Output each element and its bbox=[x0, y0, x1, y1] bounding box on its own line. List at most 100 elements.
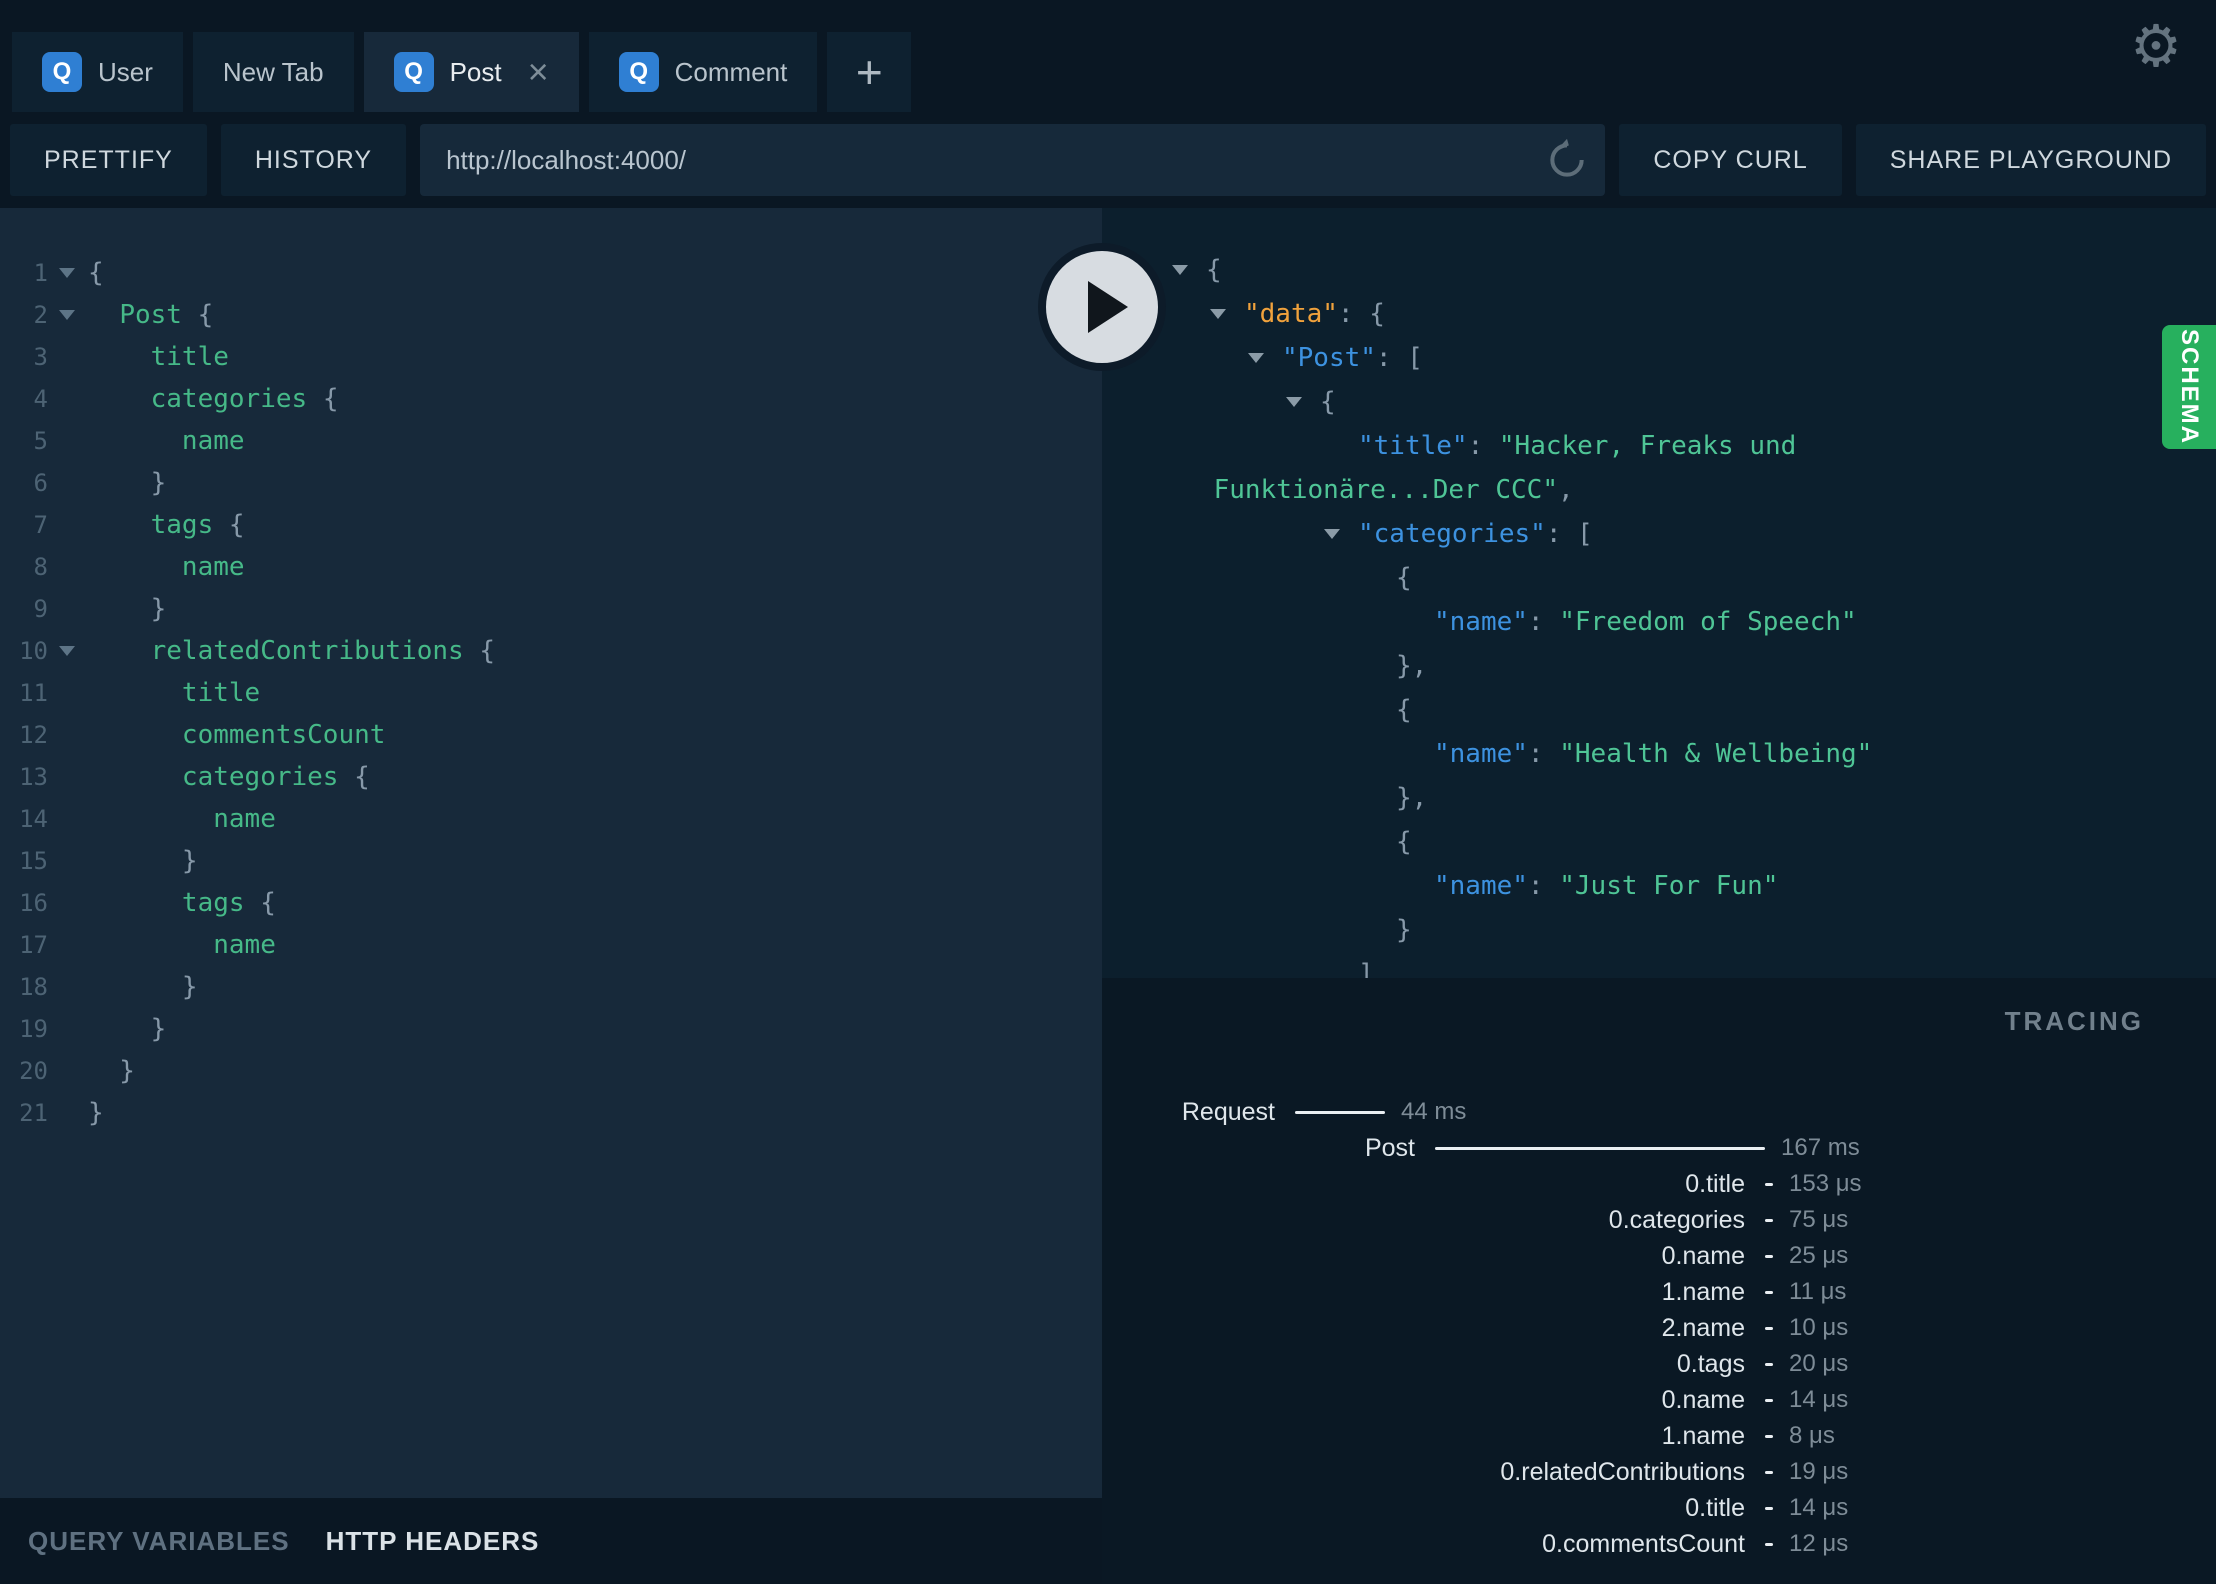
fold-arrow-icon[interactable] bbox=[48, 630, 88, 672]
fold-arrow-icon[interactable] bbox=[48, 294, 88, 336]
execute-button[interactable] bbox=[1038, 243, 1166, 371]
response-line: "name": "Health & Wellbeing" bbox=[1102, 732, 2216, 776]
response-text: { bbox=[1206, 255, 1222, 285]
trace-span-bar bbox=[1765, 1542, 1773, 1546]
response-line: Funktionäre...Der CCC", bbox=[1102, 468, 2216, 512]
response-line: } bbox=[1102, 908, 2216, 952]
editor-line: 7 tags { bbox=[0, 504, 1102, 546]
trace-row: 2.name 10 μs bbox=[1102, 1310, 2216, 1346]
trace-row: 0.categories 75 μs bbox=[1102, 1202, 2216, 1238]
collapse-arrow-icon[interactable] bbox=[1324, 529, 1340, 539]
trace-span-bar bbox=[1765, 1434, 1773, 1438]
editor-line: 13 categories { bbox=[0, 756, 1102, 798]
tab-label: New Tab bbox=[222, 56, 324, 87]
query-variables-tab[interactable]: QUERY VARIABLES bbox=[28, 1526, 290, 1557]
trace-span-label: 0.title bbox=[1685, 1493, 1745, 1522]
trace-row: 0.commentsCount 12 μs bbox=[1102, 1526, 2216, 1562]
trace-span-duration: 44 ms bbox=[1401, 1098, 1467, 1125]
query-badge: Q bbox=[42, 52, 82, 92]
response-line: { bbox=[1102, 556, 2216, 600]
prettify-button[interactable]: PRETTIFY bbox=[10, 124, 207, 196]
response-line: "name": "Just For Fun" bbox=[1102, 864, 2216, 908]
trace-span-bar bbox=[1765, 1362, 1773, 1366]
editor-line: 18 } bbox=[0, 966, 1102, 1008]
fold-gutter bbox=[48, 882, 88, 924]
trace-span-bar bbox=[1765, 1218, 1773, 1222]
response-line: "name": "Freedom of Speech" bbox=[1102, 600, 2216, 644]
trace-span-duration: 14 μs bbox=[1789, 1386, 1849, 1413]
endpoint-input[interactable] bbox=[420, 124, 1606, 196]
add-tab-button[interactable]: + bbox=[827, 32, 912, 112]
response-line: { bbox=[1102, 688, 2216, 732]
copy-curl-button[interactable]: COPY CURL bbox=[1619, 124, 1842, 196]
share-playground-button[interactable]: SHARE PLAYGROUND bbox=[1855, 124, 2206, 196]
code-text: commentsCount bbox=[181, 720, 386, 750]
history-button[interactable]: HISTORY bbox=[220, 124, 407, 196]
editor-line: 2 Post { bbox=[0, 294, 1102, 336]
query-badge: Q bbox=[618, 52, 659, 92]
response-line: "Post": [ bbox=[1102, 336, 2216, 380]
tabs-container: Q User New Tab Q Post × Q Comment bbox=[12, 32, 818, 112]
reload-icon[interactable] bbox=[1545, 138, 1589, 182]
line-number: 9 bbox=[33, 595, 48, 623]
response-text: { bbox=[1396, 695, 1412, 725]
fold-gutter bbox=[48, 420, 88, 462]
line-number: 12 bbox=[19, 721, 48, 749]
tab-post[interactable]: Q Post × bbox=[363, 32, 579, 112]
trace-span-bar bbox=[1765, 1254, 1773, 1258]
line-number: 15 bbox=[19, 847, 48, 875]
code-text: tags { bbox=[181, 888, 276, 918]
close-tab-icon[interactable]: × bbox=[528, 54, 549, 90]
tab-user[interactable]: Q User bbox=[12, 32, 183, 112]
trace-span-label: 1.name bbox=[1661, 1277, 1745, 1306]
code-text: name bbox=[213, 930, 276, 960]
trace-row: 1.name 8 μs bbox=[1102, 1418, 2216, 1454]
response-text: ] bbox=[1358, 959, 1374, 978]
collapse-arrow-icon[interactable] bbox=[1248, 353, 1264, 363]
fold-gutter bbox=[48, 588, 88, 630]
code-text: } bbox=[88, 1014, 167, 1044]
fold-gutter bbox=[48, 672, 88, 714]
editor-line: 16 tags { bbox=[0, 882, 1102, 924]
query-editor[interactable]: 1{2 Post {3 title 4 categories {5 name 6 }… bbox=[0, 208, 1102, 1498]
trace-row: 0.tags 20 μs bbox=[1102, 1346, 2216, 1382]
trace-span-label: 0.commentsCount bbox=[1542, 1529, 1745, 1558]
fold-arrow-icon[interactable] bbox=[48, 252, 88, 294]
line-number: 6 bbox=[33, 469, 48, 497]
trace-span-label: 0.name bbox=[1661, 1241, 1745, 1270]
line-number: 5 bbox=[33, 427, 48, 455]
response-text: Funktionäre...Der CCC", bbox=[1213, 475, 1574, 505]
fold-gutter bbox=[48, 504, 88, 546]
editor-line: 20 } bbox=[0, 1050, 1102, 1092]
tab-new-tab[interactable]: New Tab bbox=[192, 32, 354, 112]
collapse-arrow-icon[interactable] bbox=[1210, 309, 1226, 319]
collapse-arrow-icon[interactable] bbox=[1172, 265, 1188, 275]
tab-comment[interactable]: Q Comment bbox=[588, 32, 818, 112]
line-number: 14 bbox=[19, 805, 48, 833]
trace-span-duration: 11 μs bbox=[1789, 1278, 1847, 1305]
schema-tab[interactable]: SCHEMA bbox=[2162, 325, 2216, 449]
tracing-panel: TRACING Request 44 ms Post 167 ms 0.title 153… bbox=[1102, 978, 2216, 1584]
trace-span-label: 0.relatedContributions bbox=[1500, 1457, 1745, 1486]
response-text: "name": "Freedom of Speech" bbox=[1434, 607, 1857, 637]
trace-waterfall: Request 44 ms Post 167 ms 0.title 153 μs 0.cat… bbox=[1102, 978, 2216, 1562]
response-text: }, bbox=[1396, 783, 1428, 813]
response-text: "title": "Hacker, Freaks und bbox=[1358, 431, 1797, 461]
fold-gutter bbox=[48, 1008, 88, 1050]
fold-gutter bbox=[48, 924, 88, 966]
editor-line: 17 name bbox=[0, 924, 1102, 966]
trace-span-bar bbox=[1765, 1470, 1773, 1474]
fold-gutter bbox=[48, 546, 88, 588]
editor-line: 14 name bbox=[0, 798, 1102, 840]
line-number: 13 bbox=[19, 763, 48, 791]
response-line: ] bbox=[1102, 952, 2216, 978]
trace-span-duration: 10 μs bbox=[1789, 1314, 1849, 1341]
collapse-arrow-icon[interactable] bbox=[1286, 397, 1302, 407]
editor-line: 10 relatedContributions { bbox=[0, 630, 1102, 672]
trace-row: 0.title 153 μs bbox=[1102, 1166, 2216, 1202]
editor-line: 1{ bbox=[0, 252, 1102, 294]
settings-gear-icon[interactable]: ⚙ bbox=[2130, 18, 2182, 76]
line-number: 2 bbox=[33, 301, 48, 329]
editor-line: 12 commentsCount bbox=[0, 714, 1102, 756]
http-headers-tab[interactable]: HTTP HEADERS bbox=[326, 1526, 540, 1557]
